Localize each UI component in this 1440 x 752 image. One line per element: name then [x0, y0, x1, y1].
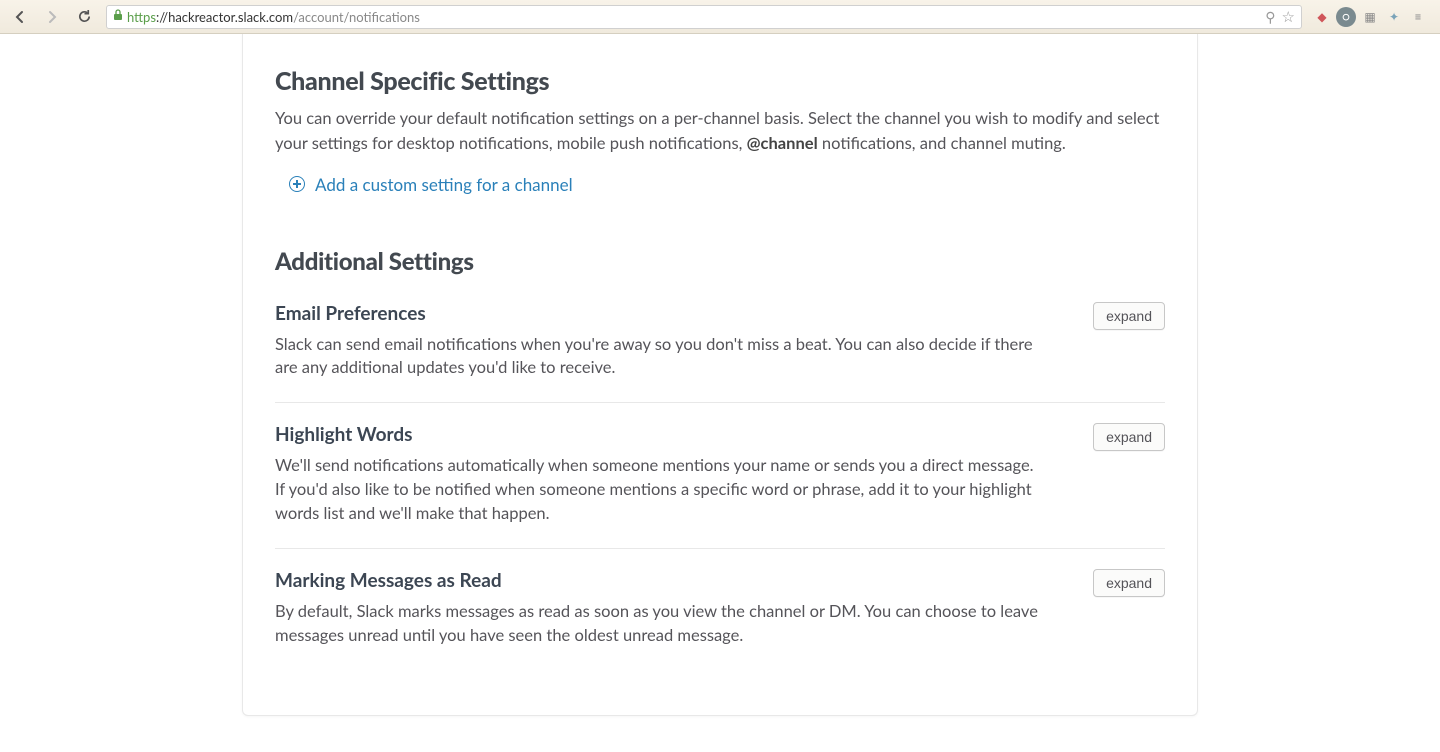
- page-body: Channel Specific Settings You can overri…: [0, 34, 1440, 752]
- extension-icon-2[interactable]: ○: [1336, 7, 1356, 27]
- additional-settings-heading: Additional Settings: [275, 247, 1165, 276]
- setting-title: Marking Messages as Read: [275, 569, 1165, 592]
- back-button[interactable]: [8, 5, 32, 29]
- browser-toolbar: https://hackreactor.slack.com/account/no…: [0, 0, 1440, 34]
- reload-button[interactable]: [72, 5, 96, 29]
- extension-icon-1[interactable]: ◆: [1312, 7, 1332, 27]
- pin-icon[interactable]: ⚲: [1265, 8, 1275, 26]
- setting-email-preferences: expand Email Preferences Slack can send …: [275, 294, 1165, 403]
- at-channel-bold: @channel: [747, 133, 818, 153]
- nav-buttons: [8, 5, 96, 29]
- expand-button[interactable]: expand: [1093, 302, 1165, 330]
- lock-icon: [113, 9, 123, 24]
- bookmark-star-icon[interactable]: ☆: [1282, 8, 1295, 26]
- url-bar-actions: ⚲ ☆: [1265, 8, 1295, 26]
- setting-description: We'll send notifications automatically w…: [275, 454, 1045, 526]
- setting-highlight-words: expand Highlight Words We'll send notifi…: [275, 402, 1165, 548]
- forward-button[interactable]: [40, 5, 64, 29]
- url-scheme: https: [127, 9, 156, 25]
- url-text: https://hackreactor.slack.com/account/no…: [127, 9, 420, 25]
- plus-circle-icon: [289, 176, 305, 192]
- setting-description: Slack can send email notifications when …: [275, 333, 1045, 381]
- extensions-area: ◆ ○ ▦ ✦ ≡: [1308, 7, 1432, 27]
- channel-settings-heading: Channel Specific Settings: [275, 66, 1165, 96]
- add-custom-setting-label: Add a custom setting for a channel: [315, 174, 573, 195]
- menu-icon[interactable]: ≡: [1408, 7, 1428, 27]
- setting-title: Email Preferences: [275, 302, 1165, 325]
- extension-icon-3[interactable]: ▦: [1360, 7, 1380, 27]
- url-path: /account/notifications: [293, 9, 420, 25]
- expand-button[interactable]: expand: [1093, 423, 1165, 451]
- settings-panel: Channel Specific Settings You can overri…: [242, 34, 1198, 716]
- extension-icon-4[interactable]: ✦: [1384, 7, 1404, 27]
- url-host: ://hackreactor.slack.com: [156, 9, 293, 25]
- setting-title: Highlight Words: [275, 423, 1165, 446]
- add-custom-setting-link[interactable]: Add a custom setting for a channel: [289, 174, 573, 195]
- address-bar[interactable]: https://hackreactor.slack.com/account/no…: [106, 5, 1302, 29]
- channel-settings-description: You can override your default notificati…: [275, 106, 1165, 156]
- setting-marking-read: expand Marking Messages as Read By defau…: [275, 548, 1165, 670]
- desc-text-2: notifications, and channel muting.: [818, 133, 1066, 153]
- expand-button[interactable]: expand: [1093, 569, 1165, 597]
- setting-description: By default, Slack marks messages as read…: [275, 600, 1045, 648]
